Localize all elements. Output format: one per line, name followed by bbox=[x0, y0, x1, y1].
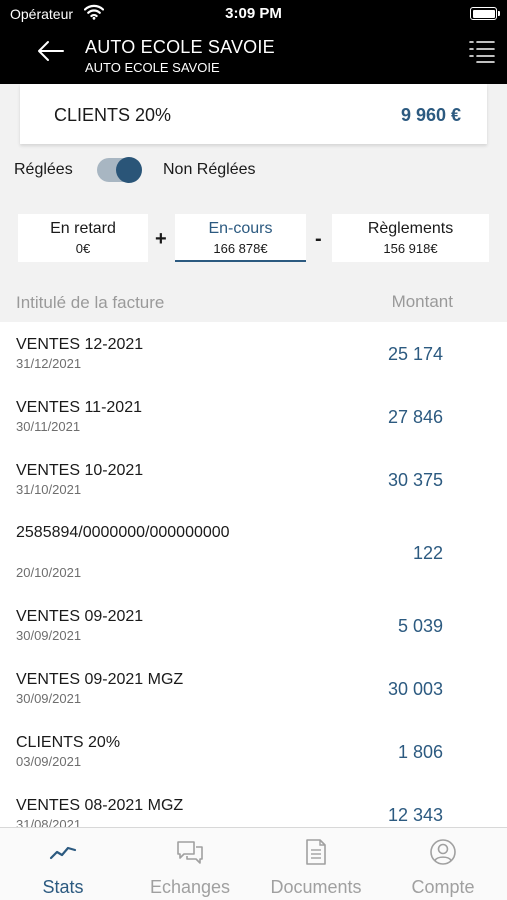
tab-documents-label: Documents bbox=[270, 877, 362, 897]
invoice-date: 31/08/2021 bbox=[16, 817, 82, 827]
filter-payments-value: 156 918€ bbox=[383, 241, 438, 256]
invoice-row[interactable]: VENTES 12-2021 31/12/2021 25 174 bbox=[0, 322, 507, 385]
invoice-amount: 122 bbox=[412, 543, 443, 563]
invoice-row[interactable]: VENTES 08-2021 MGZ 31/08/2021 12 343 bbox=[0, 783, 507, 827]
invoice-list[interactable]: VENTES 12-2021 31/12/2021 25 174 VENTES … bbox=[0, 322, 507, 827]
filter-payments[interactable]: Règlements 156 918€ bbox=[332, 214, 489, 262]
user-icon bbox=[430, 839, 456, 865]
bottom-tab-bar: Stats Echanges Documents Compte bbox=[0, 827, 507, 900]
page-title: AUTO ECOLE SAVOIE bbox=[85, 37, 275, 57]
invoice-amount: 30 375 bbox=[387, 470, 443, 490]
plus-operator: + bbox=[155, 228, 167, 250]
invoice-name: CLIENTS 20% bbox=[16, 734, 121, 751]
invoice-date: 31/12/2021 bbox=[16, 356, 82, 371]
tab-stats-label: Stats bbox=[42, 877, 84, 897]
invoice-name: VENTES 09-2021 bbox=[16, 608, 144, 625]
account-balance: 9 960 € bbox=[400, 105, 461, 125]
invoice-amount: 30 003 bbox=[387, 679, 443, 699]
invoice-amount: 1 806 bbox=[397, 742, 443, 762]
invoice-date: 20/10/2021 bbox=[16, 565, 82, 580]
invoice-name: 2585894/0000000/000000000 bbox=[16, 524, 230, 541]
invoice-name: VENTES 10-2021 bbox=[16, 462, 144, 479]
chat-icon bbox=[177, 841, 203, 864]
filter-late-label: En retard bbox=[50, 220, 116, 237]
invoice-amount: 5 039 bbox=[397, 616, 443, 636]
invoice-amount: 25 174 bbox=[387, 344, 443, 364]
invoice-row[interactable]: 2585894/0000000/000000000 20/10/2021 122 bbox=[0, 510, 507, 594]
invoice-date: 30/09/2021 bbox=[16, 691, 82, 706]
page-subtitle: AUTO ECOLE SAVOIE bbox=[85, 60, 220, 75]
settled-label: Réglées bbox=[14, 161, 73, 178]
tab-account[interactable]: Compte bbox=[380, 828, 506, 900]
filter-late-value: 0€ bbox=[75, 241, 91, 256]
invoice-row[interactable]: CLIENTS 20% 03/09/2021 1 806 bbox=[0, 720, 507, 783]
clock: 3:09 PM bbox=[225, 5, 282, 22]
invoice-amount: 27 846 bbox=[387, 407, 443, 427]
invoice-name: VENTES 08-2021 MGZ bbox=[16, 797, 184, 814]
invoice-name: VENTES 09-2021 MGZ bbox=[16, 671, 184, 688]
invoice-row[interactable]: VENTES 09-2021 MGZ 30/09/2021 30 003 bbox=[0, 657, 507, 720]
filter-payments-label: Règlements bbox=[367, 220, 454, 237]
filter-current[interactable]: En-cours 166 878€ bbox=[175, 214, 306, 262]
document-icon bbox=[306, 839, 326, 865]
account-summary-card[interactable]: CLIENTS 20% 9 960 € bbox=[20, 84, 487, 144]
app-header: AUTO ECOLE SAVOIE AUTO ECOLE SAVOIE bbox=[0, 28, 507, 84]
invoice-name: VENTES 12-2021 bbox=[16, 336, 144, 353]
column-header-title: Intitulé de la facture bbox=[16, 293, 165, 312]
filter-current-label: En-cours bbox=[208, 220, 273, 237]
filter-current-value: 166 878€ bbox=[213, 241, 268, 256]
toggle-knob bbox=[116, 157, 142, 183]
back-arrow-icon[interactable] bbox=[34, 38, 66, 64]
status-bar: Opérateur 3:09 PM bbox=[0, 0, 507, 28]
tab-exchanges[interactable]: Echanges bbox=[127, 828, 253, 900]
column-header-amount: Montant bbox=[391, 292, 453, 311]
invoice-row[interactable]: VENTES 11-2021 30/11/2021 27 846 bbox=[0, 385, 507, 448]
invoice-date: 30/09/2021 bbox=[16, 628, 82, 643]
tab-documents[interactable]: Documents bbox=[253, 828, 379, 900]
filter-late[interactable]: En retard 0€ bbox=[18, 214, 148, 262]
account-name: CLIENTS 20% bbox=[54, 105, 172, 125]
minus-operator: - bbox=[315, 228, 322, 250]
chart-line-icon bbox=[49, 846, 77, 860]
invoice-row[interactable]: VENTES 10-2021 31/10/2021 30 375 bbox=[0, 448, 507, 510]
invoice-name: VENTES 11-2021 bbox=[16, 399, 142, 416]
invoice-list-header: Intitulé de la facture Montant bbox=[0, 292, 507, 314]
battery-icon bbox=[470, 7, 500, 20]
tab-stats[interactable]: Stats bbox=[0, 828, 126, 900]
invoice-date: 30/11/2021 bbox=[16, 419, 81, 434]
invoice-date: 03/09/2021 bbox=[16, 754, 82, 769]
tab-account-label: Compte bbox=[411, 877, 475, 897]
invoice-date: 31/10/2021 bbox=[16, 482, 82, 497]
invoice-row[interactable]: VENTES 09-2021 30/09/2021 5 039 bbox=[0, 594, 507, 657]
tab-exchanges-label: Echanges bbox=[149, 877, 231, 897]
settlement-toggle-row: Réglées Non Réglées bbox=[0, 156, 507, 186]
unsettled-label: Non Réglées bbox=[163, 161, 256, 178]
invoice-amount: 12 343 bbox=[387, 805, 443, 825]
settled-toggle-switch[interactable] bbox=[97, 157, 142, 183]
list-menu-icon[interactable] bbox=[467, 38, 497, 64]
